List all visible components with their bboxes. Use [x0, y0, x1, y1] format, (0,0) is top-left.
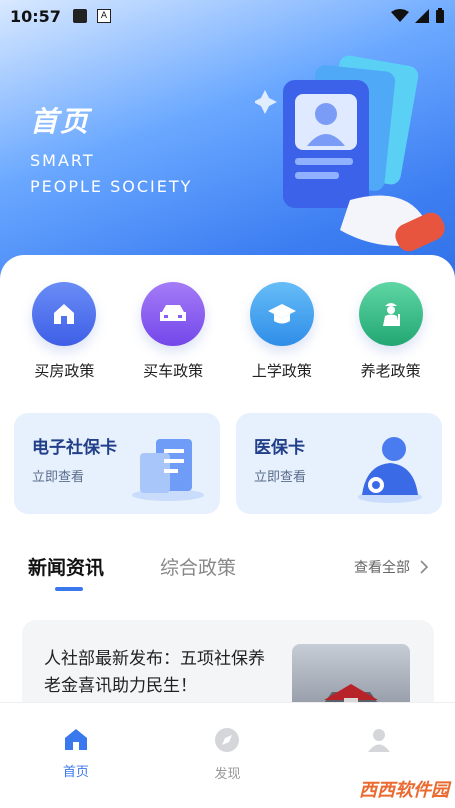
tab-policies[interactable]: 综合政策: [160, 553, 236, 580]
grid-item-label: 上学政策: [251, 362, 312, 380]
grid-item-label: 买车政策: [143, 362, 204, 380]
status-time: 10:57: [10, 6, 61, 26]
graduation-cap-icon: [249, 282, 314, 346]
nav-home[interactable]: 首页: [31, 727, 121, 808]
grid-item-pension-policy[interactable]: 养老政策: [341, 282, 441, 381]
wifi-icon: [391, 9, 409, 22]
card-tiles: 电子社保卡 立即查看 医保卡 立即查看: [14, 413, 442, 514]
document-stack-icon: [132, 439, 204, 501]
medical-badge-icon: [358, 437, 422, 503]
grid-item-school-policy[interactable]: 上学政策: [232, 282, 332, 381]
page-title: 首页: [30, 105, 91, 138]
view-all-label: 查看全部: [354, 559, 410, 576]
compass-icon: [215, 728, 240, 752]
elderly-icon: [358, 282, 423, 346]
id-cards-hand-illustration: [255, 55, 445, 252]
hero-subtitle-line2: PEOPLE SOCIETY: [30, 177, 193, 196]
policy-grid: 买房政策 买车政策 上学政策 养老政策: [0, 282, 455, 381]
tab-news-label: 新闻资讯: [28, 557, 105, 579]
tab-news[interactable]: 新闻资讯: [28, 553, 105, 591]
tile-medical-card[interactable]: 医保卡 立即查看: [236, 413, 442, 514]
watermark-logo: 西西软件园: [359, 780, 449, 801]
hero-subtitle: SMART PEOPLE SOCIETY: [30, 148, 192, 200]
status-bar: 10:57 A: [0, 0, 455, 32]
house-icon: [32, 282, 97, 346]
hero-subtitle-line1: SMART: [30, 151, 95, 170]
grid-item-car-policy[interactable]: 买车政策: [123, 282, 223, 381]
view-all-link[interactable]: 查看全部: [354, 557, 428, 577]
grid-item-label: 买房政策: [34, 362, 95, 380]
car-icon: [141, 282, 206, 346]
home-icon: [64, 729, 87, 750]
grid-item-house-policy[interactable]: 买房政策: [14, 282, 114, 381]
tile-social-security-card[interactable]: 电子社保卡 立即查看: [14, 413, 220, 514]
news-tabs: 新闻资讯 综合政策 查看全部: [28, 553, 428, 591]
nav-discover-label: 发现: [214, 767, 241, 782]
news-title: 人社部最新发布：五项社保养老金喜讯助力民生！: [44, 649, 265, 696]
notification-icon: [72, 9, 87, 23]
battery-icon: [436, 8, 444, 23]
chevron-right-icon: [420, 559, 428, 574]
signal-icon: [415, 9, 429, 23]
nav-discover[interactable]: 发现: [182, 727, 272, 808]
user-icon: [368, 729, 391, 752]
nav-home-label: 首页: [62, 765, 89, 780]
grid-item-label: 养老政策: [360, 362, 421, 380]
active-tab-indicator: [55, 587, 83, 591]
app-notification-icon: A: [96, 9, 111, 23]
